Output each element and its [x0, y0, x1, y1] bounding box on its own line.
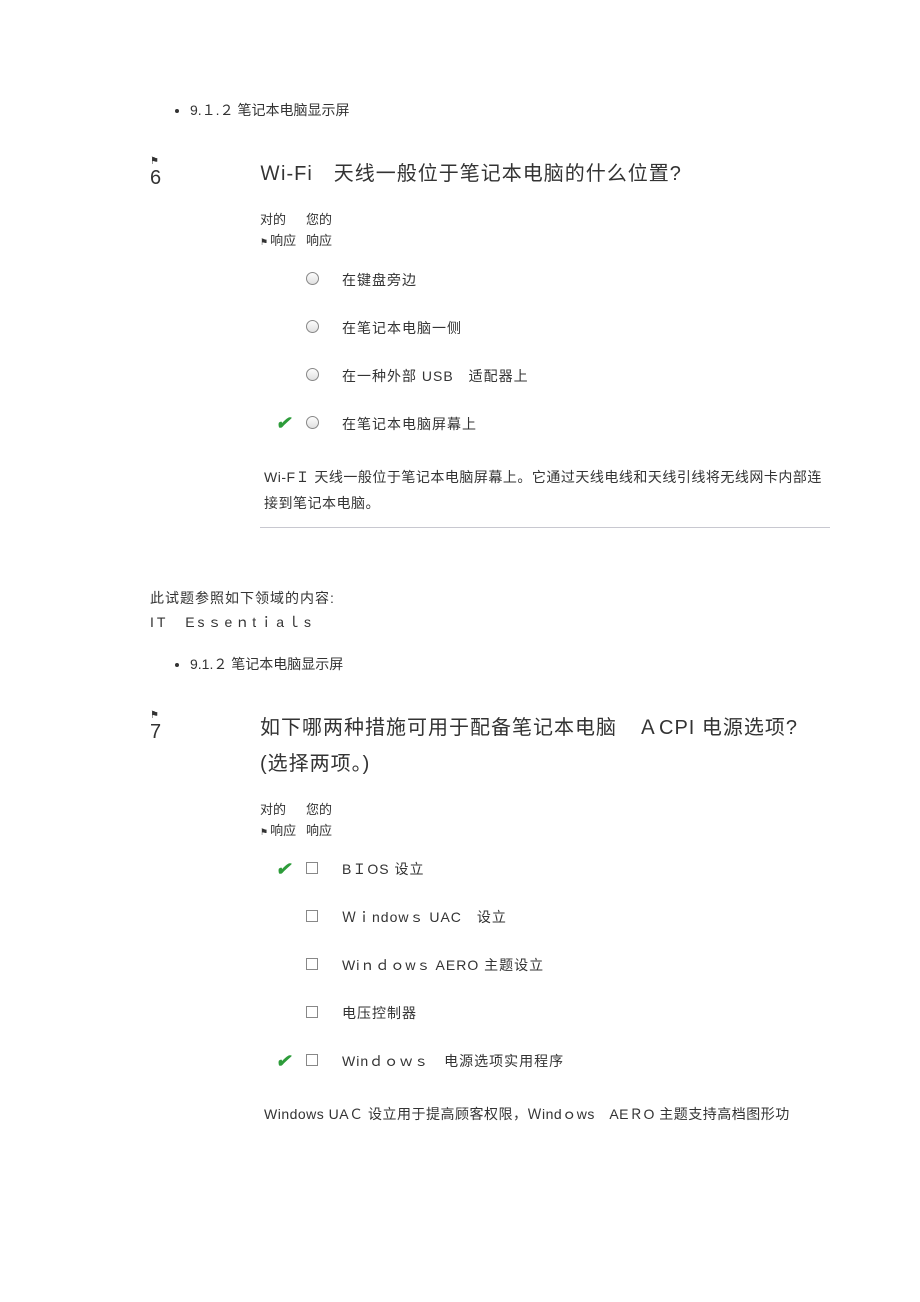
- flag-icon: ⚑: [150, 710, 161, 721]
- option-text: 在笔记本电脑一侧: [342, 318, 462, 338]
- option-row: Ｗｉndowｓ UAC 设立: [260, 903, 830, 931]
- option-row: ✔ BＩOS 设立: [260, 855, 830, 883]
- radio-icon[interactable]: [306, 416, 319, 429]
- option-text: 电压控制器: [342, 1003, 417, 1023]
- topic-bullet-mid: 9.1.２ 笔记本电脑显示屏: [170, 654, 860, 674]
- option-input-cell: [306, 1053, 342, 1069]
- checkbox-icon[interactable]: [306, 1006, 318, 1018]
- option-row: 在键盘旁边: [260, 266, 830, 294]
- option-input-cell: [306, 272, 342, 288]
- option-text: Ｗｉndowｓ UAC 设立: [342, 907, 507, 927]
- radio-icon[interactable]: [306, 368, 319, 381]
- radio-icon[interactable]: [306, 272, 319, 285]
- check-icon: ✔: [275, 413, 290, 433]
- option-input-cell: [306, 861, 342, 877]
- option-input-cell: [306, 368, 342, 384]
- option-row: 在笔记本电脑一侧: [260, 314, 830, 342]
- option-correct-cell: ✔: [260, 859, 306, 880]
- option-row: 在一种外部 USB 适配器上: [260, 362, 830, 390]
- explanation: Windows UAＣ 设立用于提高顾客权限，Ｗindｏws AEＲO 主题支持…: [260, 1095, 830, 1128]
- domain-subject: IT Esｓeｎtｉaｌs: [150, 612, 860, 632]
- flag-icon: ⚑: [150, 156, 161, 167]
- header-correct: 对的 ⚑响应: [260, 800, 306, 842]
- option-correct-cell: ✔: [260, 1051, 306, 1072]
- option-input-cell: [306, 1005, 342, 1021]
- question-number: 6: [150, 167, 161, 189]
- option-text: 在笔记本电脑屏幕上: [342, 414, 477, 434]
- topic-bullet-item: 9.１.２ 笔记本电脑显示屏: [190, 100, 860, 120]
- flag-small-icon: ⚑: [260, 237, 268, 247]
- option-correct-cell: ✔: [260, 413, 306, 434]
- question-6: ⚑ 6 Ｗi-Fi 天线一般位于笔记本电脑的什么位置? 对的 ⚑响应 您的 响应…: [60, 156, 860, 528]
- checkbox-icon[interactable]: [306, 862, 318, 874]
- check-icon: ✔: [275, 859, 290, 879]
- option-text: 在一种外部 USB 适配器上: [342, 366, 529, 386]
- answer-header: 对的 ⚑响应 您的 响应: [260, 800, 830, 842]
- option-text: BＩOS 设立: [342, 859, 424, 879]
- question-number: 7: [150, 721, 161, 743]
- domain-intro: 此试题参照如下领域的内容:: [150, 584, 860, 612]
- question-number-wrap: ⚑ 7: [150, 710, 161, 744]
- question-number-wrap: ⚑ 6: [150, 156, 161, 190]
- checkbox-icon[interactable]: [306, 910, 318, 922]
- checkbox-icon[interactable]: [306, 958, 318, 970]
- header-your: 您的 响应: [306, 800, 362, 842]
- topic-bullet-top: 9.１.２ 笔记本电脑显示屏: [170, 100, 860, 120]
- option-input-cell: [306, 320, 342, 336]
- question-title: Ｗi-Fi 天线一般位于笔记本电脑的什么位置?: [260, 156, 830, 192]
- flag-small-icon: ⚑: [260, 827, 268, 837]
- header-correct: 对的 ⚑响应: [260, 210, 306, 252]
- option-row: Wiｎｄｏwｓ AERO 主题设立: [260, 951, 830, 979]
- option-input-cell: [306, 909, 342, 925]
- radio-icon[interactable]: [306, 320, 319, 333]
- check-icon: ✔: [275, 1051, 290, 1071]
- answer-header: 对的 ⚑响应 您的 响应: [260, 210, 830, 252]
- option-input-cell: [306, 957, 342, 973]
- explanation: Wi-FＩ 天线一般位于笔记本电脑屏幕上。它通过天线电线和天线引线将无线网卡内部…: [260, 458, 830, 528]
- topic-bullet-item: 9.1.２ 笔记本电脑显示屏: [190, 654, 860, 674]
- option-row: ✔ 在笔记本电脑屏幕上: [260, 410, 830, 438]
- option-row: ✔ Winｄｏｗｓ 电源选项实用程序: [260, 1047, 830, 1075]
- option-text: 在键盘旁边: [342, 270, 417, 290]
- header-your: 您的 响应: [306, 210, 362, 252]
- option-text: Wiｎｄｏwｓ AERO 主题设立: [342, 955, 544, 975]
- option-input-cell: [306, 416, 342, 432]
- question-title: 如下哪两种措施可用于配备笔记本电脑 ＡCPI 电源选项? (选择两项。): [260, 710, 830, 782]
- checkbox-icon[interactable]: [306, 1054, 318, 1066]
- question-7: ⚑ 7 如下哪两种措施可用于配备笔记本电脑 ＡCPI 电源选项? (选择两项。)…: [60, 710, 860, 1128]
- option-row: 电压控制器: [260, 999, 830, 1027]
- option-text: Winｄｏｗｓ 电源选项实用程序: [342, 1051, 564, 1071]
